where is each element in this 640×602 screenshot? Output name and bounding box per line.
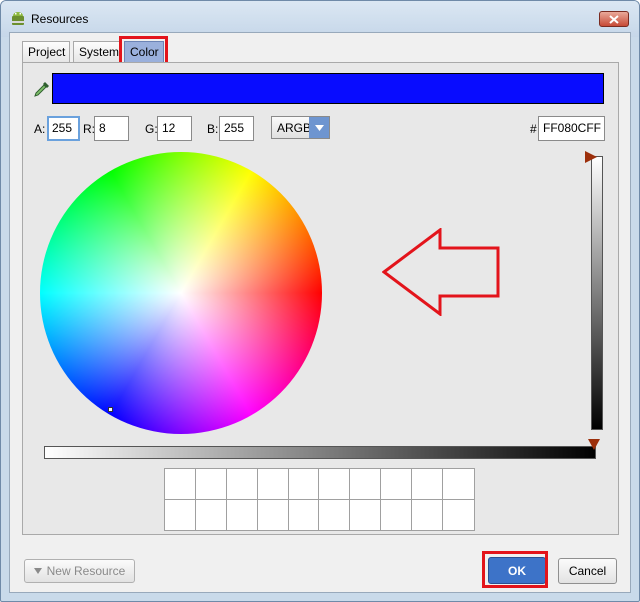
window-title: Resources	[31, 12, 89, 26]
color-swatch[interactable]	[381, 499, 413, 530]
hex-hash-label: #	[530, 122, 537, 136]
color-swatch[interactable]	[288, 499, 320, 530]
color-swatch[interactable]	[195, 499, 227, 530]
color-swatch[interactable]	[412, 499, 444, 530]
green-field[interactable]: 12	[157, 116, 192, 141]
color-swatch[interactable]	[350, 469, 382, 500]
color-swatch[interactable]	[165, 469, 196, 500]
color-swatch[interactable]	[319, 499, 351, 530]
cancel-label: Cancel	[568, 564, 607, 578]
color-swatch[interactable]	[412, 469, 444, 500]
alpha-slider[interactable]	[44, 446, 596, 459]
hex-field[interactable]: FF080CFF	[538, 116, 605, 141]
close-button[interactable]	[599, 11, 629, 27]
color-swatch[interactable]	[381, 469, 413, 500]
annotation-arrow-icon	[382, 228, 500, 316]
color-swatch[interactable]	[257, 499, 289, 530]
color-format-value: ARGB	[277, 121, 312, 135]
color-swatch[interactable]	[257, 469, 289, 500]
tab-system[interactable]: System	[73, 41, 121, 62]
alpha-label: A:	[34, 122, 46, 136]
chevron-down-icon	[309, 117, 329, 138]
color-swatch[interactable]	[195, 469, 227, 500]
brightness-slider[interactable]	[591, 156, 603, 430]
close-icon	[609, 14, 619, 24]
tab-label: Project	[28, 45, 66, 59]
color-wheel[interactable]	[40, 152, 322, 434]
recent-colors-grid	[164, 468, 475, 531]
blue-label: B:	[207, 122, 219, 136]
green-label: G:	[145, 122, 158, 136]
tab-project[interactable]: Project	[22, 41, 70, 62]
color-swatch[interactable]	[165, 499, 196, 530]
alpha-field[interactable]: 255	[47, 116, 80, 141]
ok-button-highlight	[482, 551, 548, 588]
eyedropper-icon[interactable]	[33, 80, 51, 98]
color-swatch[interactable]	[443, 469, 474, 500]
color-swatch[interactable]	[350, 499, 382, 530]
color-format-select[interactable]: ARGB	[271, 116, 330, 139]
alpha-slider-thumb[interactable]	[588, 439, 600, 450]
color-swatch[interactable]	[226, 499, 258, 530]
cancel-button[interactable]: Cancel	[558, 558, 617, 584]
red-field[interactable]: 8	[94, 116, 129, 141]
dropdown-arrow-icon	[33, 568, 42, 574]
brightness-slider-thumb[interactable]	[585, 151, 597, 163]
color-preview	[52, 73, 604, 104]
color-swatch[interactable]	[226, 469, 258, 500]
blue-field[interactable]: 255	[219, 116, 254, 141]
android-app-icon	[12, 12, 24, 25]
new-resource-button[interactable]: New Resource	[24, 559, 135, 583]
color-swatch[interactable]	[443, 499, 474, 530]
color-swatch[interactable]	[288, 469, 320, 500]
new-resource-label: New Resource	[46, 564, 126, 578]
tab-label: System	[79, 45, 120, 59]
color-swatch[interactable]	[319, 469, 351, 500]
color-wheel-marker[interactable]	[108, 407, 113, 412]
